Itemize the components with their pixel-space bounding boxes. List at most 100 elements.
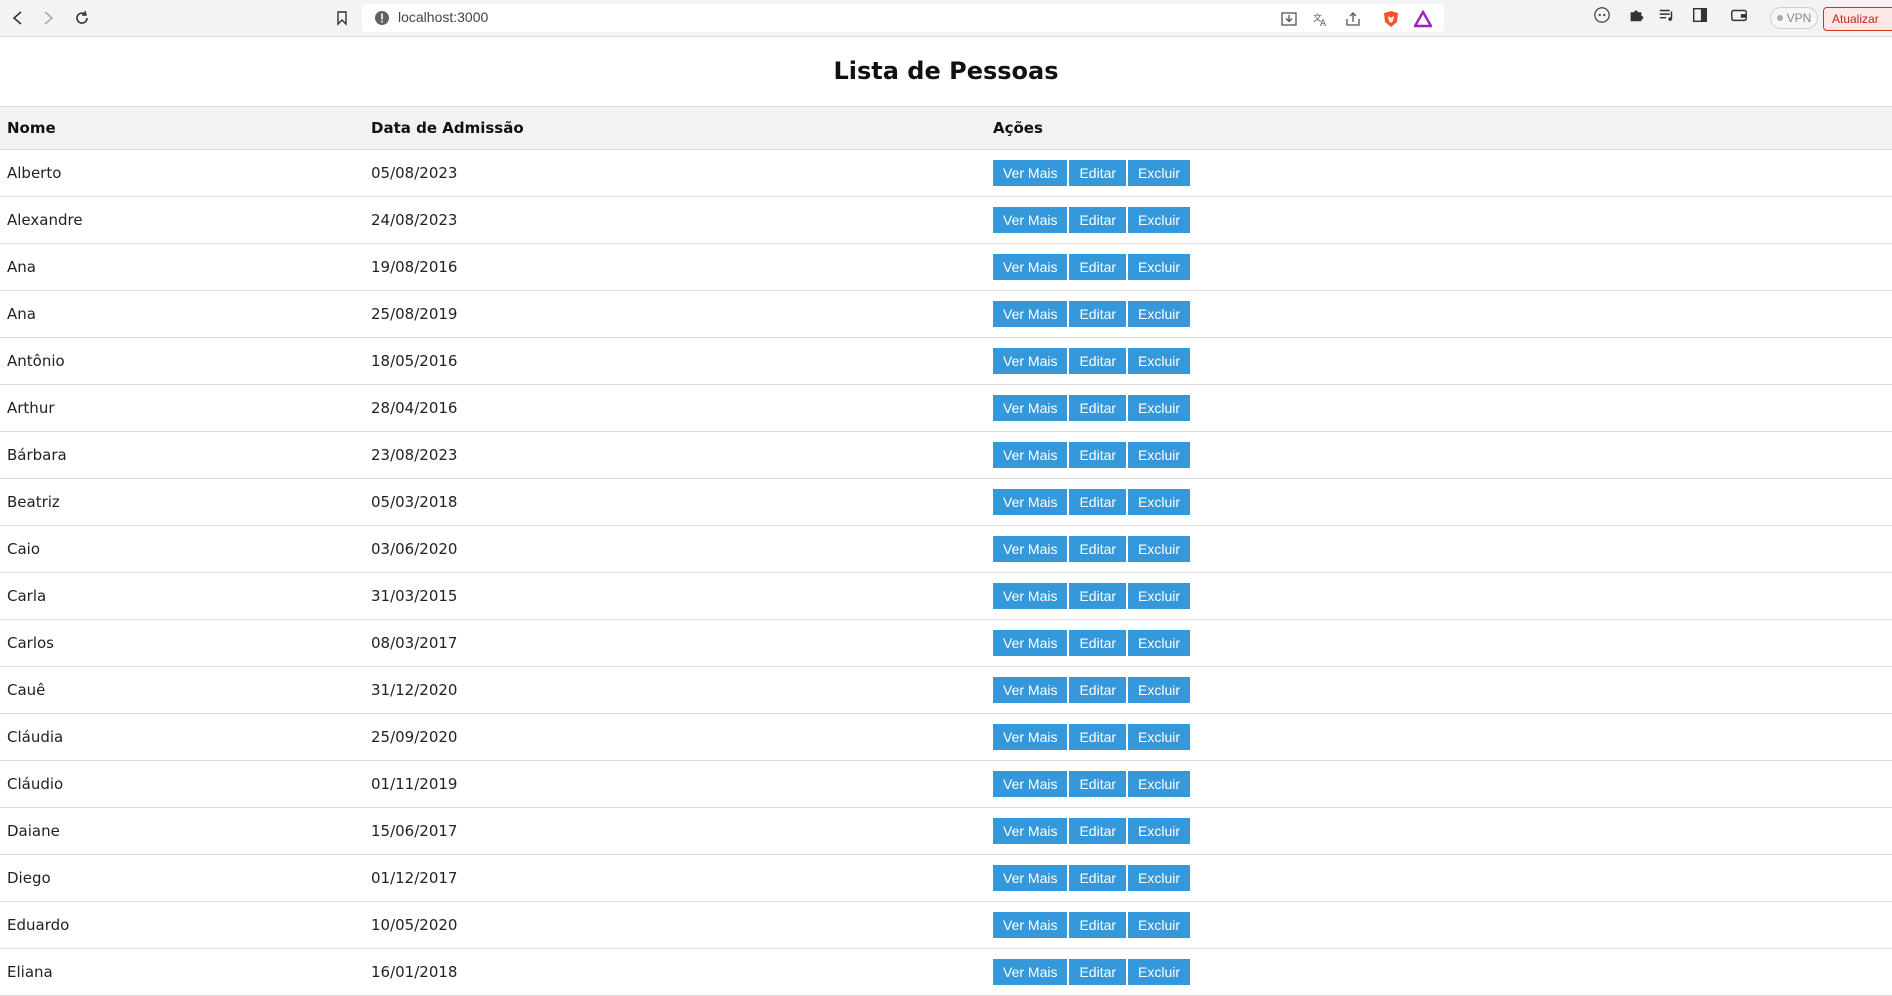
extensions-button[interactable]	[1626, 5, 1646, 25]
edit-button[interactable]: Editar	[1069, 724, 1127, 750]
admission-date-cell: 16/01/2018	[364, 948, 986, 996]
edit-button[interactable]: Editar	[1069, 207, 1127, 233]
delete-button[interactable]: Excluir	[1128, 583, 1191, 609]
edit-button[interactable]: Editar	[1069, 677, 1127, 703]
delete-button[interactable]: Excluir	[1128, 771, 1191, 797]
actions-cell: Ver Mais Editar Excluir	[986, 196, 1892, 244]
delete-button[interactable]: Excluir	[1128, 489, 1191, 515]
view-more-button[interactable]: Ver Mais	[993, 348, 1068, 374]
view-more-button[interactable]: Ver Mais	[993, 724, 1068, 750]
leo-ai-button[interactable]	[1592, 5, 1612, 25]
admission-date-cell: 01/11/2019	[364, 760, 986, 808]
person-name-cell: Antônio	[0, 337, 364, 385]
reload-button[interactable]	[70, 6, 94, 30]
view-more-button[interactable]: Ver Mais	[993, 301, 1068, 327]
view-more-button[interactable]: Ver Mais	[993, 254, 1068, 280]
vpn-status-dot	[1776, 15, 1783, 21]
actions-cell: Ver Mais Editar Excluir	[986, 572, 1892, 620]
edit-button[interactable]: Editar	[1069, 583, 1127, 609]
view-more-button[interactable]: Ver Mais	[993, 818, 1068, 844]
admission-date-cell: 19/08/2016	[364, 243, 986, 291]
column-header-actions: Ações	[986, 106, 1892, 150]
delete-button[interactable]: Excluir	[1128, 395, 1191, 421]
view-more-button[interactable]: Ver Mais	[993, 677, 1068, 703]
delete-button[interactable]: Excluir	[1128, 301, 1191, 327]
update-label: Atualizar	[1832, 12, 1879, 26]
delete-button[interactable]: Excluir	[1128, 677, 1191, 703]
page-content: Lista de Pessoas Nome Data de Admissão A…	[0, 37, 1892, 996]
delete-button[interactable]: Excluir	[1128, 818, 1191, 844]
admission-date-cell: 18/05/2016	[364, 337, 986, 385]
edit-button[interactable]: Editar	[1069, 348, 1127, 374]
back-button[interactable]	[6, 6, 30, 30]
view-more-button[interactable]: Ver Mais	[993, 912, 1068, 938]
delete-button[interactable]: Excluir	[1128, 207, 1191, 233]
table-row: Bárbara 23/08/2023 Ver Mais Editar Excluir	[0, 431, 1892, 479]
admission-date-cell: 05/03/2018	[364, 478, 986, 526]
share-icon[interactable]	[1344, 10, 1362, 28]
delete-button[interactable]: Excluir	[1128, 160, 1191, 186]
edit-button[interactable]: Editar	[1069, 395, 1127, 421]
brave-shields-icon[interactable]	[1382, 10, 1400, 28]
view-more-button[interactable]: Ver Mais	[993, 207, 1068, 233]
person-name-cell: Eduardo	[0, 901, 364, 949]
edit-button[interactable]: Editar	[1069, 489, 1127, 515]
bookmark-button[interactable]	[330, 6, 354, 30]
edit-button[interactable]: Editar	[1069, 771, 1127, 797]
view-more-button[interactable]: Ver Mais	[993, 442, 1068, 468]
view-more-button[interactable]: Ver Mais	[993, 489, 1068, 515]
person-name-cell: Caio	[0, 525, 364, 573]
delete-button[interactable]: Excluir	[1128, 348, 1191, 374]
edit-button[interactable]: Editar	[1069, 442, 1127, 468]
view-more-button[interactable]: Ver Mais	[993, 771, 1068, 797]
edit-button[interactable]: Editar	[1069, 865, 1127, 891]
install-icon[interactable]	[1280, 10, 1298, 28]
delete-button[interactable]: Excluir	[1128, 865, 1191, 891]
delete-button[interactable]: Excluir	[1128, 536, 1191, 562]
view-more-button[interactable]: Ver Mais	[993, 959, 1068, 985]
address-bar[interactable]: localhost:3000 文A	[362, 4, 1444, 32]
vpn-button[interactable]: VPN	[1770, 7, 1818, 29]
view-more-button[interactable]: Ver Mais	[993, 536, 1068, 562]
update-button[interactable]: Atualizar	[1823, 7, 1892, 31]
delete-button[interactable]: Excluir	[1128, 442, 1191, 468]
table-row: Carlos 08/03/2017 Ver Mais Editar Excluir	[0, 619, 1892, 667]
delete-button[interactable]: Excluir	[1128, 724, 1191, 750]
person-name-cell: Diego	[0, 854, 364, 902]
delete-button[interactable]: Excluir	[1128, 912, 1191, 938]
admission-date-cell: 31/03/2015	[364, 572, 986, 620]
edit-button[interactable]: Editar	[1069, 912, 1127, 938]
actions-cell: Ver Mais Editar Excluir	[986, 149, 1892, 197]
view-more-button[interactable]: Ver Mais	[993, 160, 1068, 186]
delete-button[interactable]: Excluir	[1128, 254, 1191, 280]
table-body: Alberto 05/08/2023 Ver Mais Editar Excluir Al…	[0, 149, 1892, 996]
admission-date-cell: 25/09/2020	[364, 713, 986, 761]
table-row: Cauê 31/12/2020 Ver Mais Editar Excluir	[0, 666, 1892, 714]
edit-button[interactable]: Editar	[1069, 959, 1127, 985]
view-more-button[interactable]: Ver Mais	[993, 583, 1068, 609]
brave-rewards-icon[interactable]	[1414, 10, 1432, 28]
forward-button[interactable]	[36, 6, 60, 30]
playlist-button[interactable]	[1657, 5, 1677, 25]
actions-cell: Ver Mais Editar Excluir	[986, 807, 1892, 855]
table-row: Diego 01/12/2017 Ver Mais Editar Excluir	[0, 854, 1892, 902]
edit-button[interactable]: Editar	[1069, 630, 1127, 656]
edit-button[interactable]: Editar	[1069, 818, 1127, 844]
view-more-button[interactable]: Ver Mais	[993, 630, 1068, 656]
view-more-button[interactable]: Ver Mais	[993, 865, 1068, 891]
view-more-button[interactable]: Ver Mais	[993, 395, 1068, 421]
delete-button[interactable]: Excluir	[1128, 630, 1191, 656]
wallet-button[interactable]	[1729, 5, 1749, 25]
svg-text:A: A	[1320, 19, 1327, 28]
actions-cell: Ver Mais Editar Excluir	[986, 478, 1892, 526]
person-name-cell: Daiane	[0, 807, 364, 855]
translate-icon[interactable]: 文A	[1312, 10, 1330, 28]
delete-button[interactable]: Excluir	[1128, 959, 1191, 985]
person-name-cell: Carlos	[0, 619, 364, 667]
sidebar-button[interactable]	[1690, 5, 1710, 25]
edit-button[interactable]: Editar	[1069, 536, 1127, 562]
site-info-icon[interactable]	[374, 10, 390, 26]
edit-button[interactable]: Editar	[1069, 160, 1127, 186]
edit-button[interactable]: Editar	[1069, 254, 1127, 280]
edit-button[interactable]: Editar	[1069, 301, 1127, 327]
